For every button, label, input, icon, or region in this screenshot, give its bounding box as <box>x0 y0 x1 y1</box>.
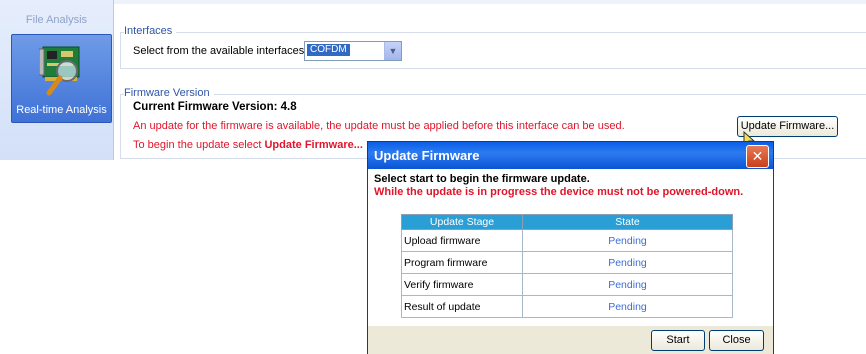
dialog-title: Update Firmware <box>374 148 480 163</box>
nav-item-label: Real-time Analysis <box>16 104 107 116</box>
table-row: Upload firmware Pending <box>401 229 733 252</box>
stage-cell: Program firmware <box>401 251 523 274</box>
state-cell: Pending <box>522 229 733 252</box>
start-button[interactable]: Start <box>651 330 705 351</box>
dialog-body: Select start to begin the firmware updat… <box>368 169 773 354</box>
chevron-down-icon[interactable]: ▼ <box>384 42 401 60</box>
interfaces-select-label: Select from the available interfaces <box>133 45 305 57</box>
instruction-prefix: To begin the update select <box>133 139 265 151</box>
table-row: Verify firmware Pending <box>401 273 733 296</box>
table-header-row: Update Stage State <box>401 214 733 230</box>
network-card-magnifier-icon <box>39 46 80 96</box>
state-cell: Pending <box>522 273 733 296</box>
navigation-pane: File Analysis Real-time Analysis <box>0 0 114 160</box>
stage-cell: Verify firmware <box>401 273 523 296</box>
dialog-message: Select start to begin the firmware updat… <box>374 173 590 185</box>
nav-item-file-analysis[interactable]: File Analysis <box>0 14 113 26</box>
interface-select[interactable]: COFDM ▼ <box>304 41 402 61</box>
state-cell: Pending <box>522 251 733 274</box>
table-row: Result of update Pending <box>401 295 733 318</box>
close-button[interactable]: Close <box>709 330 764 351</box>
update-available-notice: An update for the firmware is available,… <box>133 120 625 132</box>
stage-cell: Result of update <box>401 295 523 318</box>
update-firmware-dialog: Update Firmware ✕ Select start to begin … <box>367 141 774 354</box>
dialog-footer: Start Close <box>368 326 773 354</box>
firmware-group-title: Firmware Version <box>124 87 214 99</box>
nav-item-realtime-analysis[interactable]: Real-time Analysis <box>11 34 112 123</box>
update-stage-table: Update Stage State Upload firmware Pendi… <box>401 214 733 318</box>
dialog-title-bar[interactable]: Update Firmware ✕ <box>368 142 773 169</box>
stage-cell: Upload firmware <box>401 229 523 252</box>
table-row: Program firmware Pending <box>401 251 733 274</box>
top-divider <box>114 0 866 4</box>
instruction-link-text: Update Firmware... <box>264 139 363 151</box>
dialog-warning: While the update is in progress the devi… <box>374 186 744 198</box>
column-header-update-stage: Update Stage <box>401 214 523 230</box>
interfaces-group-title: Interfaces <box>124 25 177 37</box>
interface-select-value: COFDM <box>307 44 350 56</box>
state-cell: Pending <box>522 295 733 318</box>
column-header-state: State <box>522 214 733 230</box>
close-icon[interactable]: ✕ <box>746 145 769 168</box>
update-instruction: To begin the update select Update Firmwa… <box>133 139 363 151</box>
current-firmware-version: Current Firmware Version: 4.8 <box>133 101 297 113</box>
